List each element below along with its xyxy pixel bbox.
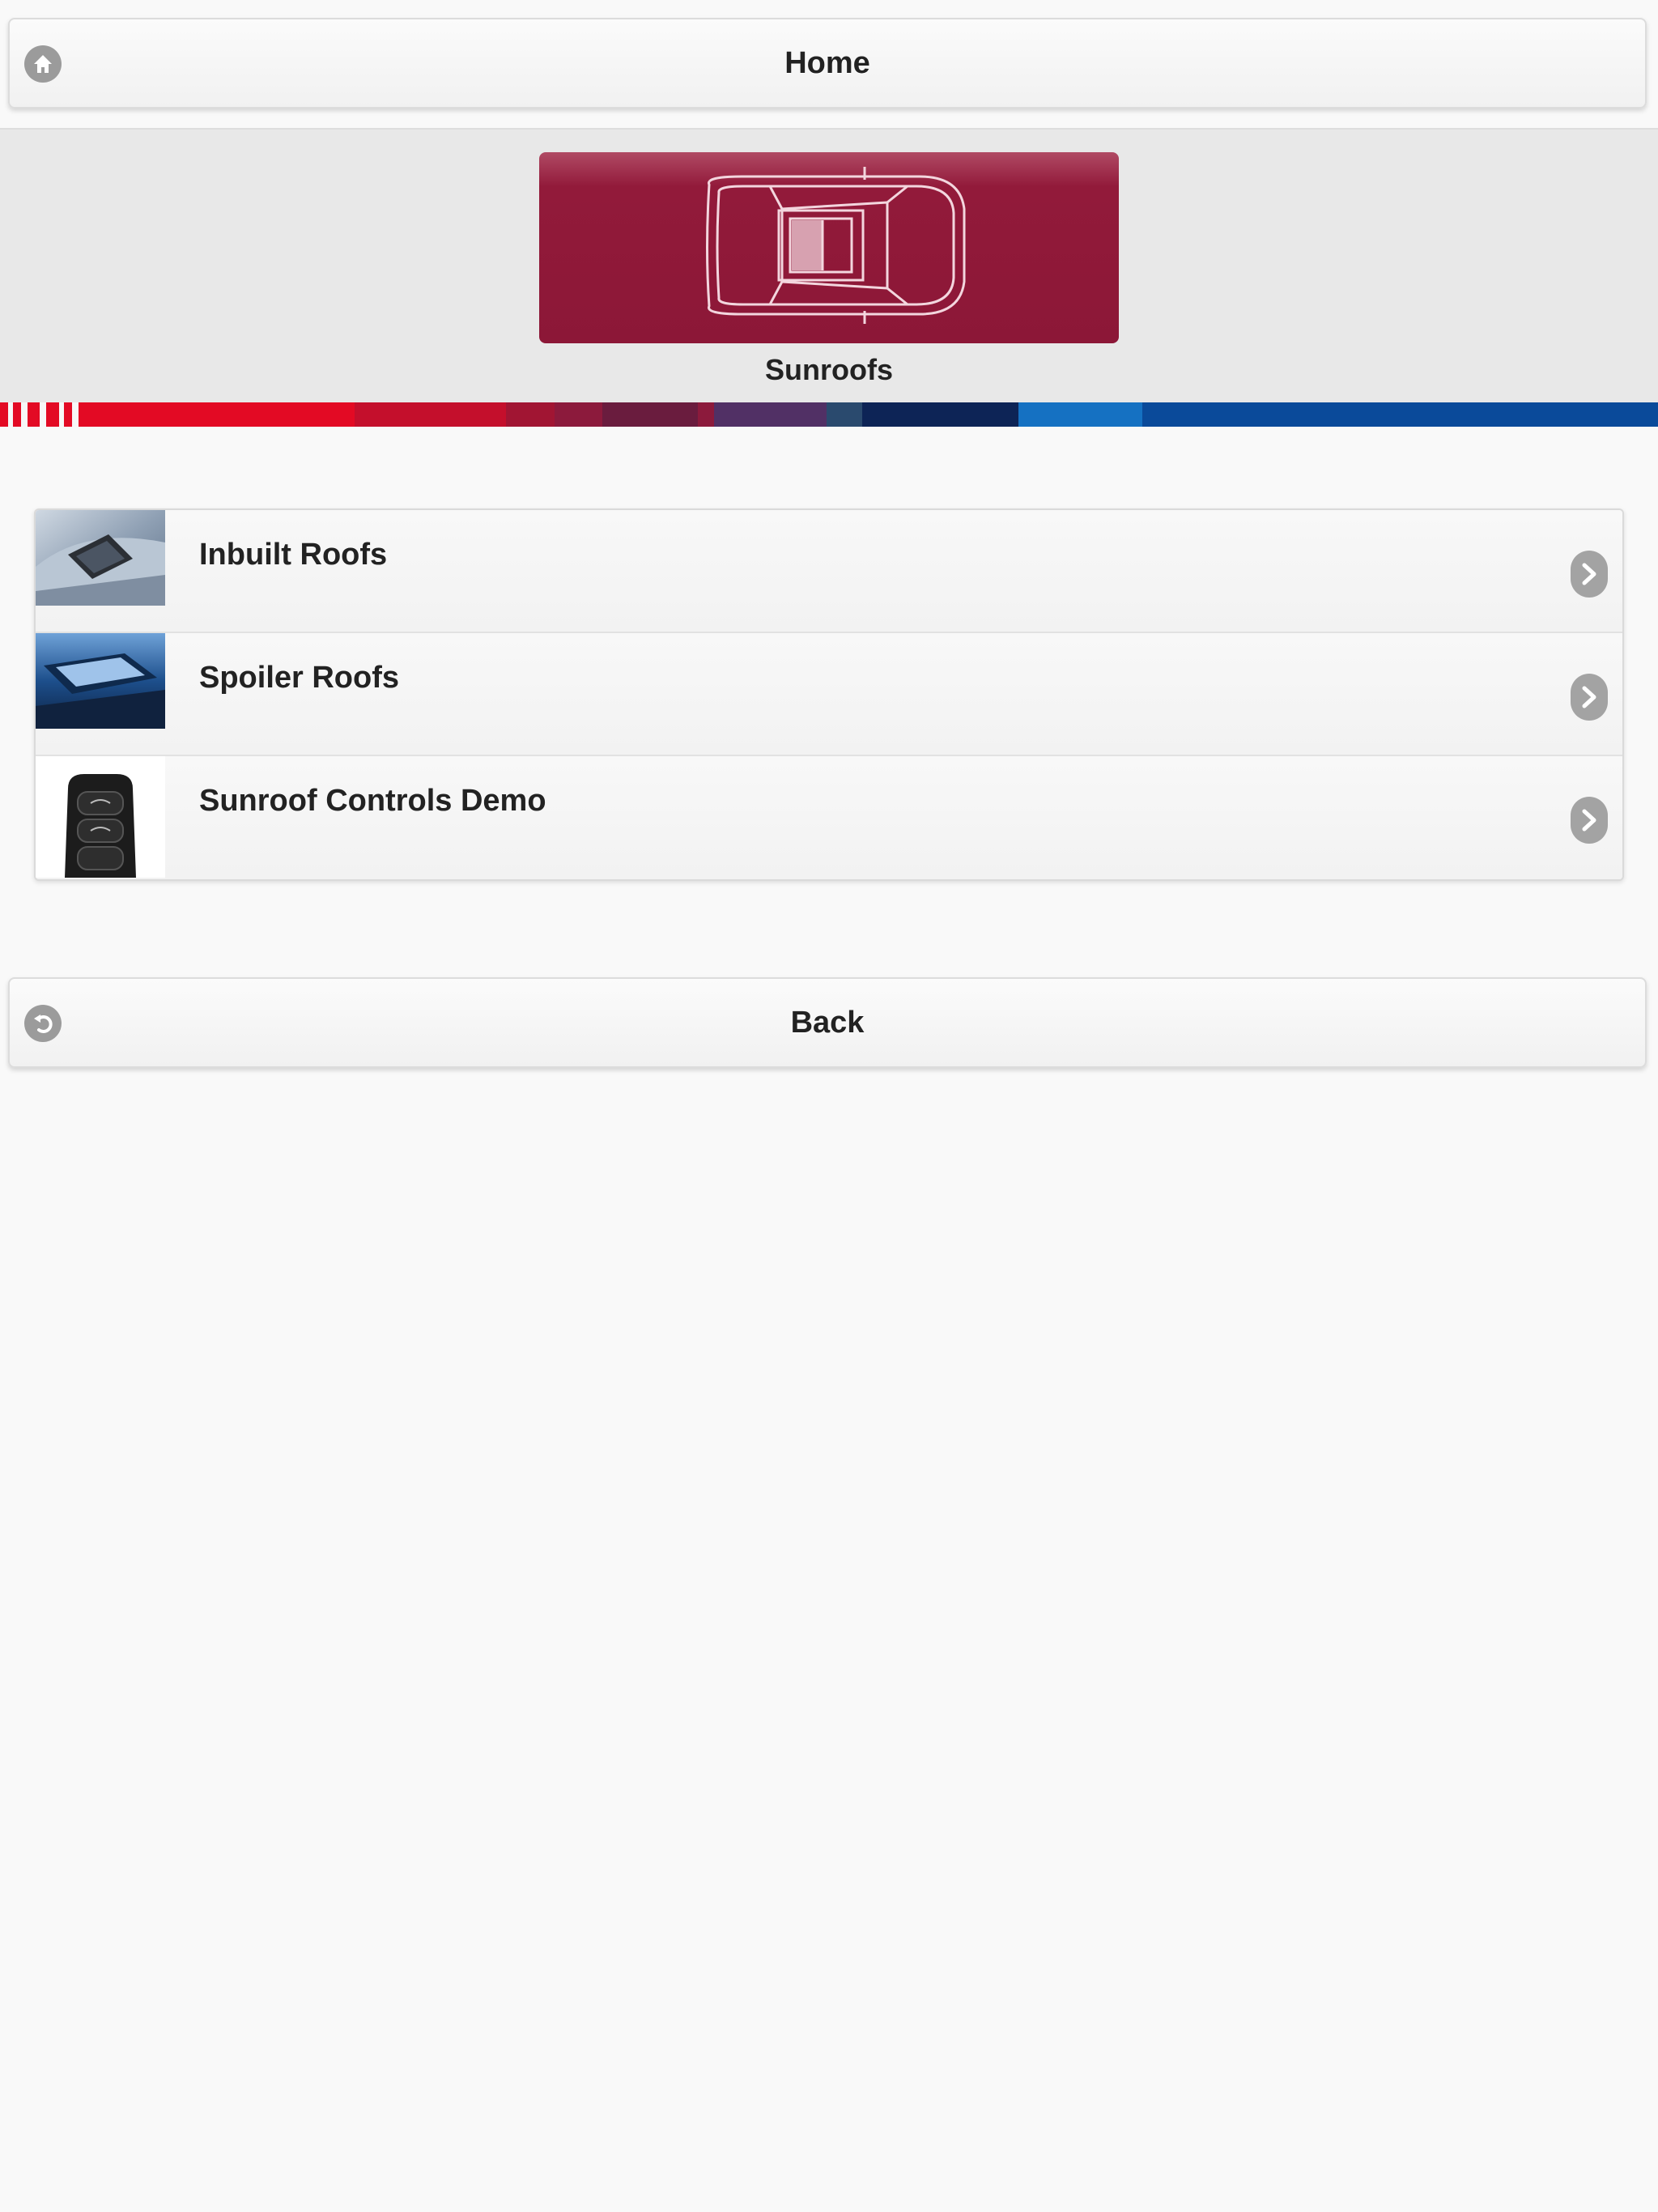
chevron-right-icon xyxy=(1571,674,1608,721)
list-item-label: Sunroof Controls Demo xyxy=(199,784,546,818)
list-item-sunroof-controls-demo[interactable]: Sunroof Controls Demo xyxy=(36,756,1622,879)
hero-title: Sunroofs xyxy=(765,353,893,386)
spoiler-roof-photo xyxy=(36,633,165,729)
back-label: Back xyxy=(790,1005,865,1040)
brand-color-stripe xyxy=(0,402,1658,427)
home-label: Home xyxy=(784,45,870,80)
inbuilt-roof-photo xyxy=(36,510,165,606)
back-button[interactable]: Back xyxy=(8,977,1647,1068)
chevron-right-icon xyxy=(1571,797,1608,844)
chevron-right-icon xyxy=(1571,551,1608,598)
sunroofs-tile[interactable] xyxy=(539,152,1119,343)
list-item-spoiler-roofs[interactable]: Spoiler Roofs xyxy=(36,633,1622,756)
key-fob-photo xyxy=(36,756,165,878)
car-top-view-icon xyxy=(706,167,966,324)
hero-section: Sunroofs xyxy=(0,128,1658,405)
nav-list: Inbuilt Roofs Spoiler Roofs Sunroof Cont… xyxy=(34,508,1624,881)
list-item-label: Inbuilt Roofs xyxy=(199,538,388,572)
home-button[interactable]: Home xyxy=(8,18,1647,108)
list-item-inbuilt-roofs[interactable]: Inbuilt Roofs xyxy=(36,510,1622,633)
list-item-label: Spoiler Roofs xyxy=(199,661,400,695)
